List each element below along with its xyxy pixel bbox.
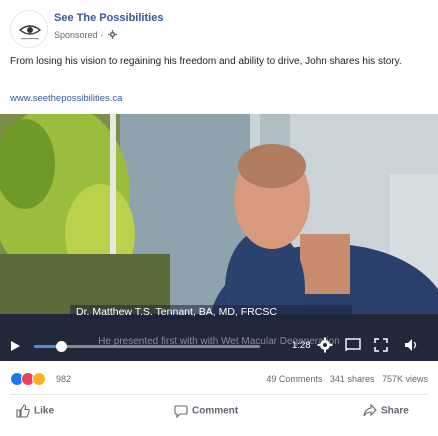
views-count: 757K views [381,374,428,384]
sponsored-label[interactable]: Sponsored · [54,30,103,40]
volume-icon[interactable] [404,338,420,355]
post-link[interactable]: www.seethepossibilities.ca [10,93,122,104]
share-icon [363,403,377,417]
like-label: Like [34,405,55,417]
page-avatar[interactable] [10,10,48,48]
video-caption: He presented first with with Wet Macular… [98,336,340,347]
post-stats: 982 49 Comments 341 shares 757K views [10,372,428,388]
speaker-lower-third: Dr. Matthew T.S. Tennant, BA, MD, FRCSC [70,305,352,319]
reaction-count[interactable]: 982 [56,374,71,384]
comment-button[interactable]: Comment [174,404,238,426]
post-header: See The Possibilities Sponsored · [10,10,428,50]
post-meta: Sponsored · [54,30,117,41]
share-button[interactable]: Share [363,403,409,426]
action-bar: Like Comment Share [10,403,428,426]
comment-label: Comment [192,405,239,417]
divider [10,394,428,395]
shares-count[interactable]: 341 shares [330,374,375,384]
wow-reaction-icon [32,372,46,386]
settings-icon[interactable] [107,30,117,41]
comment-icon [174,405,188,419]
video-controls: He presented first with with Wet Macular… [0,332,438,361]
post-body-text: From losing his vision to regaining his … [10,56,402,67]
gear-icon[interactable] [317,337,333,356]
like-button[interactable]: Like [16,404,54,426]
fullscreen-icon[interactable] [374,338,388,355]
page-name-link[interactable]: See The Possibilities [54,12,163,24]
comments-count[interactable]: 49 Comments [266,374,322,384]
like-icon [16,404,30,418]
sponsored-post: See The Possibilities Sponsored · From l… [0,0,438,436]
share-label: Share [381,405,409,417]
cast-icon[interactable] [345,338,361,355]
video-frame [0,114,438,361]
time-remaining: 1:28 [292,340,311,351]
engagement-stats: 49 Comments 341 shares 757K views [261,374,428,384]
video-player[interactable]: Dr. Matthew T.S. Tennant, BA, MD, FRCSC … [0,114,438,361]
